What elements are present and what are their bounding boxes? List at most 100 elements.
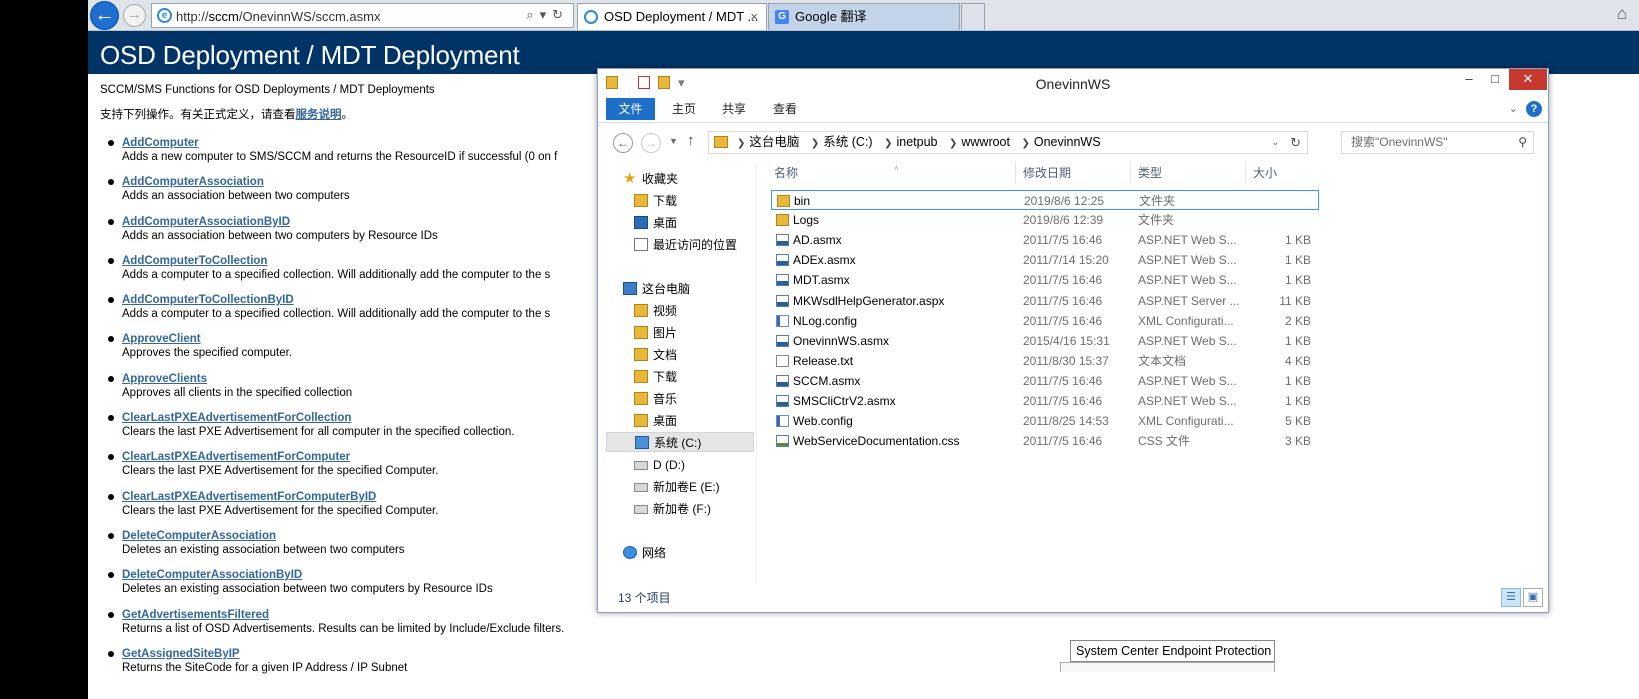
tab-google-translate[interactable]: G Google 翻译 bbox=[768, 3, 960, 30]
file-row[interactable]: Web.config 2011/8/25 14:53 XML Configurati… bbox=[771, 411, 1319, 431]
file-row[interactable]: ADEx.asmx 2011/7/14 15:20 ASP.NET Web S...… bbox=[771, 250, 1319, 270]
operation-link[interactable]: ApproveClients bbox=[122, 372, 642, 386]
refresh-icon[interactable]: ↻ bbox=[1290, 132, 1301, 153]
file-type: ASP.NET Web S... bbox=[1138, 233, 1237, 248]
sort-up-icon: ˄ bbox=[894, 164, 899, 173]
file-date: 2011/8/25 14:53 bbox=[1023, 414, 1109, 429]
operation-link[interactable]: AddComputerToCollectionByID bbox=[122, 293, 642, 307]
chevron-right-icon[interactable]: ❯ bbox=[737, 138, 745, 149]
back-button[interactable]: ← bbox=[90, 1, 119, 30]
file-row[interactable]: Logs 2019/8/6 12:39 文件夹 bbox=[771, 210, 1319, 230]
file-row[interactable]: AD.asmx 2011/7/5 16:46 ASP.NET Web S... 1 K… bbox=[771, 230, 1319, 250]
web-file-icon bbox=[776, 294, 789, 307]
file-name: OnevinnWS.asmx bbox=[793, 333, 890, 348]
help-icon[interactable]: ? bbox=[1526, 101, 1542, 117]
operation-item: GetAdvertisementsFiltered Returns a list … bbox=[108, 608, 642, 647]
tab-share[interactable]: 共享 bbox=[714, 98, 754, 120]
file-name: MKWsdlHelpGenerator.aspx bbox=[793, 293, 945, 308]
service-description-link[interactable]: 服务说明 bbox=[296, 109, 342, 121]
computer-icon bbox=[623, 282, 637, 295]
folder-file-icon bbox=[776, 214, 789, 227]
chevron-right-icon[interactable]: ❯ bbox=[1021, 138, 1029, 149]
file-row[interactable]: Release.txt 2011/8/30 15:37 文本文档 4 KB bbox=[771, 351, 1319, 371]
folder-icon bbox=[714, 136, 728, 148]
close-tab-icon[interactable]: × bbox=[750, 4, 758, 30]
file-size: 1 KB bbox=[1284, 394, 1311, 408]
operation-desc: Adds an association between two computer… bbox=[122, 229, 438, 242]
address-bar[interactable]: e http://sccm/OnevinnWS/sccm.asmx ⌕▾↻ bbox=[151, 3, 574, 28]
file-row[interactable]: MDT.asmx 2011/7/5 16:46 ASP.NET Web S... 1 … bbox=[771, 270, 1319, 290]
operation-link[interactable]: AddComputerAssociationByID bbox=[122, 215, 642, 229]
drive-icon bbox=[634, 461, 648, 470]
address-tools[interactable]: ⌕▾↻ bbox=[526, 7, 569, 23]
home-icon[interactable]: ⌂ bbox=[1617, 5, 1635, 23]
close-button[interactable]: ✕ bbox=[1509, 69, 1547, 90]
column-label: 名称 bbox=[774, 166, 799, 180]
operation-link[interactable]: DeleteComputerAssociation bbox=[122, 529, 642, 543]
column-header-name[interactable]: 名称 ˄ bbox=[774, 162, 1016, 184]
file-date: 2011/7/5 16:46 bbox=[1023, 394, 1103, 408]
forward-button[interactable]: → bbox=[641, 133, 661, 153]
tab-osd-deployment[interactable]: OSD Deployment / MDT ... × bbox=[577, 3, 767, 30]
forward-button[interactable]: → bbox=[123, 4, 146, 27]
crumb-wwwroot[interactable]: wwwroot bbox=[961, 135, 1010, 149]
file-row[interactable]: OnevinnWS.asmx 2015/4/16 15:31 ASP.NET Web… bbox=[771, 331, 1319, 351]
file-row[interactable]: MKWsdlHelpGenerator.aspx 2011/7/5 16:46 AS… bbox=[771, 291, 1319, 311]
operation-link[interactable]: AddComputerToCollection bbox=[122, 254, 642, 268]
breadcrumb[interactable]: ❯ 这台电脑 ❯ 系统 (C:) ❯ inetpub ❯ wwwroot ❯ Onevin… bbox=[708, 131, 1308, 154]
expand-ribbon-icon[interactable]: ⌄ bbox=[1509, 102, 1518, 115]
operation-link[interactable]: ClearLastPXEAdvertisementForComputerByID bbox=[122, 490, 642, 504]
crumb-onevinnws[interactable]: OnevinnWS bbox=[1034, 135, 1101, 149]
crumb-inetpub[interactable]: inetpub bbox=[896, 135, 937, 149]
search-icon[interactable]: ⚲ bbox=[1518, 132, 1527, 153]
file-row[interactable]: SCCM.asmx 2011/7/5 16:46 ASP.NET Web S... 1… bbox=[771, 371, 1319, 391]
column-header-size[interactable]: 大小 bbox=[1253, 162, 1313, 184]
operation-link[interactable]: GetAssignedSiteByIP bbox=[122, 647, 642, 661]
operation-link[interactable]: GetAdvertisementsFiltered bbox=[122, 608, 642, 622]
column-label: 修改日期 bbox=[1023, 166, 1072, 180]
crumb-c-drive[interactable]: 系统 (C:) bbox=[823, 135, 872, 149]
new-tab-button[interactable] bbox=[961, 3, 985, 30]
sidebar-label: 图片 bbox=[653, 326, 678, 340]
file-row[interactable]: bin 2019/8/6 12:25 文件夹 bbox=[771, 190, 1319, 210]
operation-link[interactable]: ClearLastPXEAdvertisementForComputer bbox=[122, 450, 642, 464]
operation-link[interactable]: ClearLastPXEAdvertisementForCollection bbox=[122, 411, 642, 425]
operation-item: AddComputerToCollectionByID Adds a comput… bbox=[108, 293, 642, 332]
sidebar-item-c-drive[interactable]: 系统 (C:) bbox=[606, 432, 754, 452]
popup-shadow bbox=[1060, 662, 1275, 672]
cfg-file-icon bbox=[776, 314, 789, 327]
operation-link[interactable]: ApproveClient bbox=[122, 332, 642, 346]
chevron-right-icon[interactable]: ❯ bbox=[949, 138, 957, 149]
web-file-icon bbox=[776, 374, 789, 387]
pane-divider[interactable] bbox=[756, 164, 757, 584]
search-input[interactable]: 搜索"OnevinnWS" ⚲ bbox=[1341, 131, 1534, 154]
tab-home[interactable]: 主页 bbox=[664, 98, 704, 120]
file-row[interactable]: WebServiceDocumentation.css 2011/7/5 16:4… bbox=[771, 431, 1319, 451]
crumb-this-pc[interactable]: 这台电脑 bbox=[749, 135, 799, 149]
up-icon[interactable]: ↑ bbox=[687, 132, 695, 149]
tab-file[interactable]: 文件 bbox=[606, 98, 655, 120]
back-button[interactable]: ← bbox=[613, 133, 633, 153]
desktop-folder-icon bbox=[634, 414, 648, 427]
operation-link[interactable]: DeleteComputerAssociationByID bbox=[122, 568, 642, 582]
large-icons-view-icon[interactable]: ▣ bbox=[1523, 588, 1543, 607]
maximize-button[interactable]: □ bbox=[1482, 69, 1508, 90]
details-view-icon[interactable]: ☰ bbox=[1501, 588, 1521, 607]
column-header-date[interactable]: 修改日期 bbox=[1023, 162, 1131, 184]
chevron-right-icon[interactable]: ❯ bbox=[811, 138, 819, 149]
operation-link[interactable]: AddComputerAssociation bbox=[122, 175, 642, 189]
tab-label: OSD Deployment / MDT ... bbox=[604, 9, 759, 24]
file-row[interactable]: NLog.config 2011/7/5 16:46 XML Configurati… bbox=[771, 311, 1319, 331]
file-date: 2011/7/5 16:46 bbox=[1023, 373, 1103, 388]
browser-toolbar: ← → e http://sccm/OnevinnWS/sccm.asmx ⌕▾… bbox=[88, 0, 1639, 31]
sidebar-label: 网络 bbox=[642, 546, 667, 560]
minimize-button[interactable]: – bbox=[1456, 69, 1482, 90]
tab-view[interactable]: 查看 bbox=[764, 98, 806, 120]
column-header-type[interactable]: 类型 bbox=[1138, 162, 1246, 184]
endpoint-protection-popup[interactable]: System Center Endpoint Protection bbox=[1070, 640, 1275, 662]
operation-link[interactable]: AddComputer bbox=[122, 136, 642, 150]
recent-locations-icon[interactable]: ▼ bbox=[669, 136, 678, 146]
chevron-right-icon[interactable]: ❯ bbox=[884, 138, 892, 149]
chevron-down-icon[interactable]: ⌄ bbox=[1271, 132, 1279, 153]
file-row[interactable]: SMSCliCtrV2.asmx 2011/7/5 16:46 ASP.NET We… bbox=[771, 391, 1319, 411]
